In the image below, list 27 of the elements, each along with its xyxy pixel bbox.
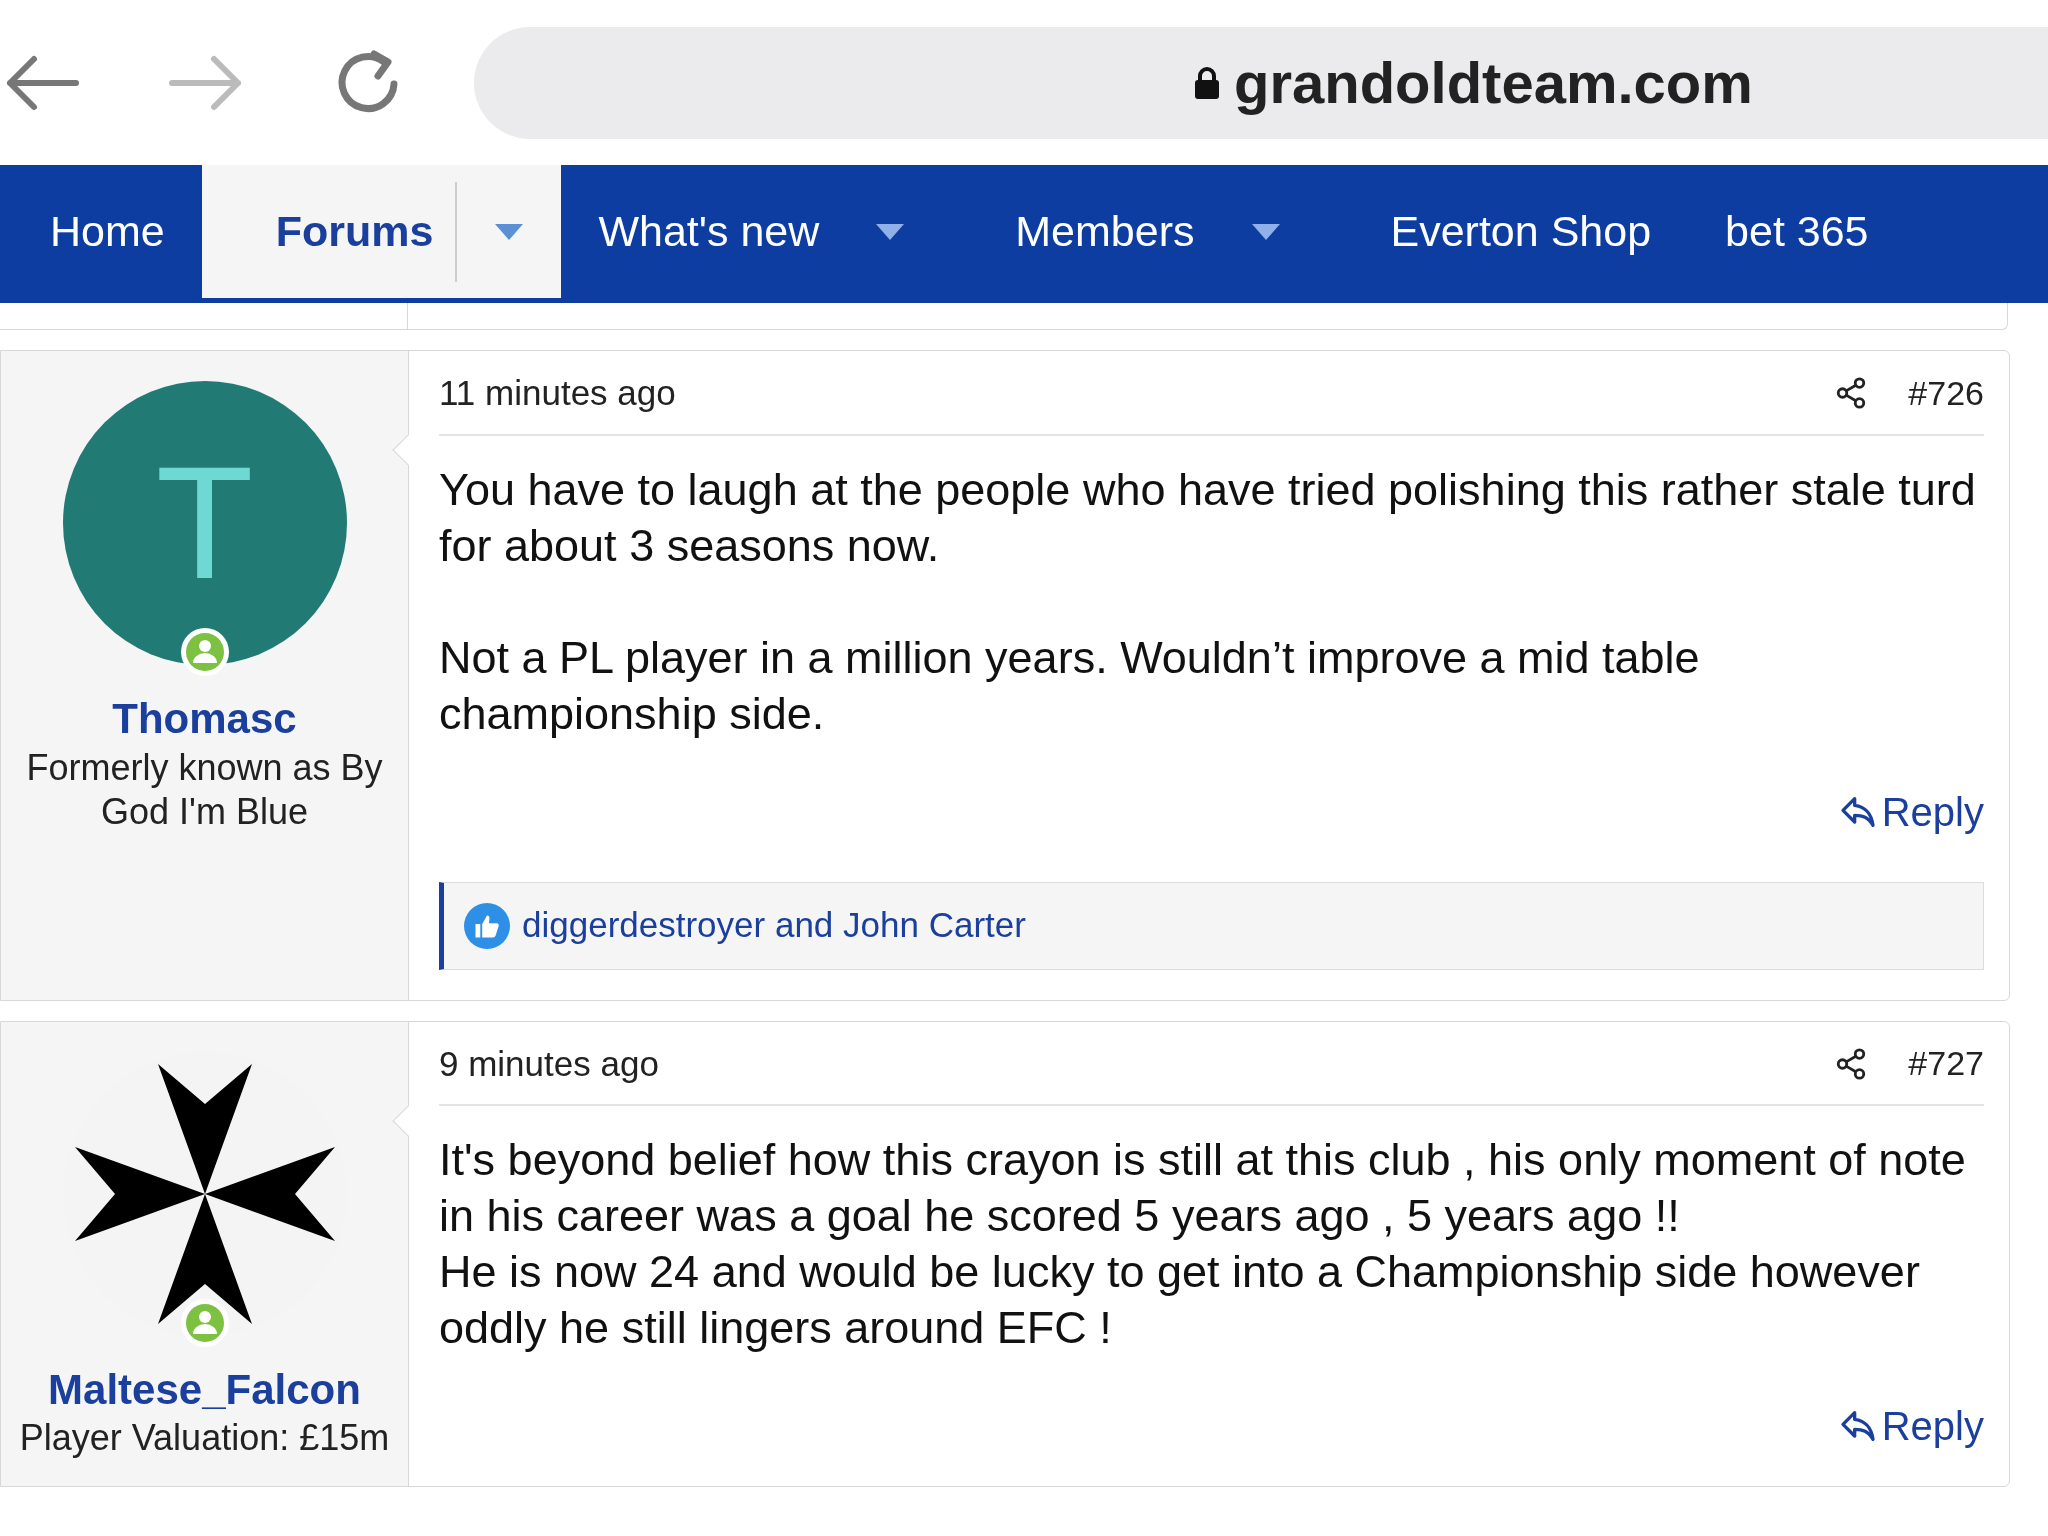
user-title: Player Valuation: £15m (18, 1416, 391, 1460)
post-number-link[interactable]: #727 (1908, 1038, 1984, 1090)
nav-tab[interactable]: Home (13, 165, 202, 298)
avatar-letter: T (155, 443, 254, 603)
caret-icon[interactable] (876, 223, 905, 240)
post-number-link[interactable]: #726 (1908, 367, 1984, 419)
username-link[interactable]: Maltese_Falcon (48, 1363, 361, 1416)
reply-link[interactable]: Reply (1837, 781, 1984, 842)
url-text: grandoldteam.com (1234, 49, 1753, 117)
post-time: 11 minutes ago (439, 372, 677, 414)
reactions-link[interactable]: diggerdestroyer and John Carter (522, 899, 1026, 952)
caret-icon[interactable] (495, 223, 524, 240)
nav-tab[interactable]: What's new (561, 165, 979, 298)
user-title: Formerly known as By God I'm Blue (25, 745, 384, 834)
post-text: You have to laugh at the people who have tried polishing this rather stale turd for about 3 seasons now. Not a PL player in a million years. Wouldn’t improve a mid table championship side. (439, 462, 1977, 741)
lock-icon (1194, 65, 1220, 100)
post-text: It's beyond belief how this crayon is still at this club , his only moment of note in his career was a goal he scored 5 years ago , 5 years ago !! He is now 24 and would be lucky to get into a Championship side however oddly he still lingers around EFC ! (439, 1133, 1967, 1355)
caret-icon[interactable] (1251, 223, 1280, 240)
address-bar[interactable]: grandoldteam.com (474, 26, 2048, 139)
nav-tab[interactable]: bet 365 (1688, 165, 1906, 298)
reply-link[interactable]: Reply (1837, 1396, 1984, 1456)
post-time: 9 minutes ago (439, 1042, 660, 1085)
nav-tab[interactable]: Members (978, 165, 1354, 298)
thumbs-up-icon (464, 902, 510, 949)
nav-tab[interactable]: Everton Shop (1353, 165, 1689, 298)
nav-tab[interactable]: Forums (201, 165, 562, 298)
username-link[interactable]: Thomasc (112, 693, 297, 746)
